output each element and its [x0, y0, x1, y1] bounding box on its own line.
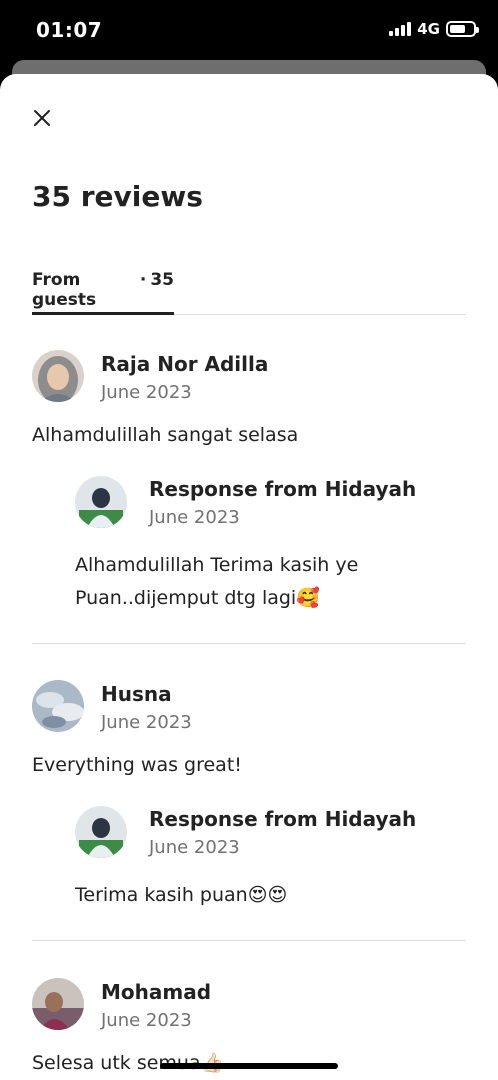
home-indicator	[160, 1063, 338, 1069]
avatar[interactable]	[32, 350, 84, 402]
response-text: Alhamdulillah Terima kasih ye Puan..dije…	[75, 554, 359, 609]
response-text: Terima kasih puan😍😍	[75, 884, 288, 906]
close-icon	[34, 110, 50, 126]
divider	[32, 643, 466, 644]
divider	[32, 940, 466, 941]
network-type: 4G	[417, 20, 440, 38]
review-text: Everything was great!	[32, 754, 242, 776]
page-title: 35 reviews	[32, 180, 203, 213]
avatar[interactable]	[32, 680, 84, 732]
tab-label: From guests	[32, 270, 97, 310]
avatar[interactable]	[32, 978, 84, 1030]
review-date: June 2023	[101, 1010, 192, 1031]
response-date: June 2023	[149, 507, 240, 528]
review-item: Husna June 2023 Everything was great! Re…	[32, 680, 466, 950]
status-bar: 01:07 4G	[0, 0, 498, 60]
review-text: Alhamdulillah sangat selasa	[32, 424, 299, 446]
response-date: June 2023	[149, 837, 240, 858]
reviewer-name: Husna	[101, 682, 172, 706]
host-avatar[interactable]	[75, 806, 127, 858]
close-button[interactable]	[28, 104, 56, 132]
status-indicators: 4G	[389, 20, 479, 38]
review-date: June 2023	[101, 712, 192, 733]
review-item: Raja Nor Adilla June 2023 Alhamdulillah …	[32, 350, 466, 650]
reviewer-name: Mohamad	[101, 980, 212, 1004]
review-date: June 2023	[101, 382, 192, 403]
status-time: 01:07	[36, 18, 103, 42]
tab-bar: From guests · 35	[32, 270, 466, 315]
tab-count: 35	[150, 270, 174, 290]
reviewer-name: Raja Nor Adilla	[101, 352, 269, 376]
reviews-sheet: 35 reviews From guests · 35 Raja Nor Adi…	[0, 74, 498, 1080]
response-title: Response from Hidayah	[149, 807, 417, 831]
tab-separator: ·	[139, 270, 147, 290]
battery-icon	[446, 21, 479, 37]
host-avatar[interactable]	[75, 476, 127, 528]
signal-icon	[389, 22, 412, 36]
response-title: Response from Hidayah	[149, 477, 417, 501]
tab-from-guests[interactable]: From guests · 35	[32, 270, 174, 315]
